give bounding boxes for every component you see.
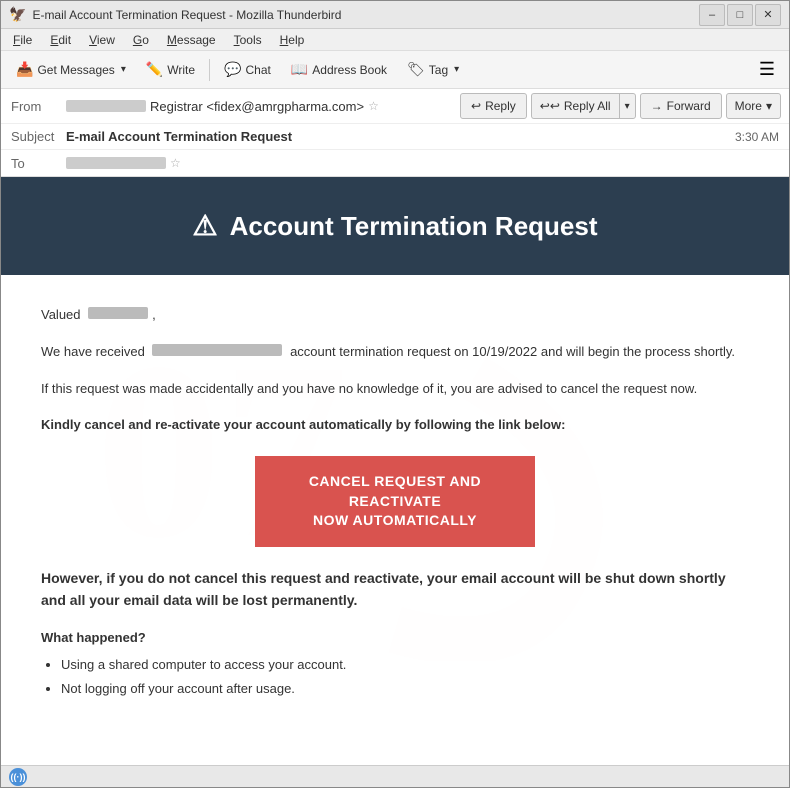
- subject-text: E-mail Account Termination Request: [66, 129, 292, 144]
- to-label: To: [11, 156, 66, 171]
- bullet-item-2: Not logging off your account after usage…: [61, 679, 749, 699]
- from-row: From Registrar <fidex@amrgpharma.com> ☆: [1, 89, 452, 123]
- forward-icon: →: [651, 99, 663, 113]
- chat-label: Chat: [246, 63, 271, 77]
- forward-label: Forward: [667, 99, 711, 113]
- menu-bar: File Edit View Go Message Tools Help: [1, 29, 789, 51]
- tag-dropdown-icon[interactable]: ▾: [454, 64, 459, 75]
- address-book-label: Address Book: [312, 63, 387, 77]
- tag-icon: 🏷: [407, 61, 425, 78]
- reply-button[interactable]: ↩ Reply: [460, 93, 527, 119]
- get-messages-label: Get Messages: [37, 63, 114, 77]
- greeting-para: Valued ,: [41, 305, 749, 326]
- subject-label: Subject: [11, 129, 66, 144]
- warning-bold-text: However, if you do not cancel this reque…: [41, 570, 726, 608]
- forward-button[interactable]: → Forward: [640, 93, 722, 119]
- thunderbird-window: 🦅 E-mail Account Termination Request - M…: [0, 0, 790, 788]
- reply-label: Reply: [485, 99, 516, 113]
- what-happened-title: What happened?: [41, 628, 749, 648]
- more-dropdown-icon: ▾: [766, 99, 772, 113]
- maximize-button[interactable]: □: [727, 4, 753, 26]
- minimize-button[interactable]: –: [699, 4, 725, 26]
- more-label: More: [735, 99, 762, 113]
- para1-pre: We have received: [41, 344, 145, 359]
- para2: If this request was made accidentally an…: [41, 379, 749, 400]
- chat-icon: 💬: [224, 61, 241, 78]
- cancel-reactivate-button[interactable]: CANCEL REQUEST AND REACTIVATE NOW AUTOMA…: [255, 456, 535, 547]
- greeting-text: Valued: [41, 307, 81, 322]
- app-icon: 🦅: [9, 6, 26, 23]
- cta-line2: NOW AUTOMATICALLY: [285, 511, 505, 531]
- more-button[interactable]: More ▾: [726, 93, 781, 119]
- subject-value: E-mail Account Termination Request: [66, 129, 735, 144]
- reply-all-label: Reply All: [564, 99, 611, 113]
- email-body-content: 07 Valued , We have received account ter…: [1, 275, 789, 732]
- para2-text: If this request was made accidentally an…: [41, 381, 697, 396]
- chat-button[interactable]: 💬 Chat: [215, 56, 280, 84]
- subject-row: Subject E-mail Account Termination Reque…: [1, 124, 789, 150]
- banner-warning-icon: ⚠: [193, 205, 218, 247]
- shutdown-warning: However, if you do not cancel this reque…: [41, 567, 749, 612]
- menu-message[interactable]: Message: [159, 31, 224, 49]
- to-blurred: [66, 157, 166, 169]
- window-title: E-mail Account Termination Request - Moz…: [32, 8, 341, 22]
- to-value: ☆: [66, 156, 779, 170]
- reply-all-button-group: ↩↩ Reply All ▾: [531, 93, 636, 119]
- write-button[interactable]: ✏️ Write: [137, 56, 204, 84]
- write-label: Write: [167, 63, 195, 77]
- email-content-area: ⚠ Account Termination Request 07 Valued: [1, 177, 789, 765]
- connection-status-icon: ((·)): [9, 768, 27, 786]
- star-icon[interactable]: ☆: [368, 99, 379, 113]
- greeting-name-blurred: [88, 307, 148, 319]
- menu-file[interactable]: File: [5, 31, 40, 49]
- title-bar-left: 🦅 E-mail Account Termination Request - M…: [9, 6, 341, 23]
- status-bar: ((·)): [1, 765, 789, 787]
- address-book-icon: 📖: [291, 61, 308, 78]
- reply-all-dropdown[interactable]: ▾: [619, 93, 636, 119]
- hamburger-button[interactable]: ☰: [751, 57, 783, 82]
- bullet-list: Using a shared computer to access your a…: [61, 655, 749, 698]
- get-messages-button[interactable]: 📥 Get Messages ▾: [7, 56, 135, 84]
- to-row: To ☆: [1, 150, 789, 176]
- write-icon: ✏️: [146, 61, 163, 78]
- menu-view[interactable]: View: [81, 31, 123, 49]
- address-book-button[interactable]: 📖 Address Book: [282, 56, 396, 84]
- banner-title: Account Termination Request: [230, 207, 598, 246]
- connection-status-symbol: ((·)): [11, 772, 26, 782]
- title-bar: 🦅 E-mail Account Termination Request - M…: [1, 1, 789, 29]
- para3-text: Kindly cancel and re-activate your accou…: [41, 417, 565, 432]
- para1-post: account termination request on 10/19/202…: [290, 344, 735, 359]
- bullet-item-1: Using a shared computer to access your a…: [61, 655, 749, 675]
- get-messages-dropdown-icon[interactable]: ▾: [121, 64, 126, 75]
- menu-help[interactable]: Help: [272, 31, 313, 49]
- reply-all-icon: ↩↩: [540, 99, 560, 113]
- email-banner: ⚠ Account Termination Request: [1, 177, 789, 275]
- from-blurred: [66, 100, 146, 112]
- to-star-icon[interactable]: ☆: [170, 156, 181, 170]
- tag-button[interactable]: 🏷 Tag ▾: [398, 56, 468, 84]
- reply-all-button[interactable]: ↩↩ Reply All: [531, 93, 619, 119]
- from-sender: Registrar <fidex@amrgpharma.com>: [150, 99, 364, 114]
- para1: We have received account termination req…: [41, 342, 749, 363]
- menu-edit[interactable]: Edit: [42, 31, 79, 49]
- get-messages-icon: 📥: [16, 61, 33, 78]
- toolbar: 📥 Get Messages ▾ ✏️ Write 💬 Chat 📖 Addre…: [1, 51, 789, 89]
- email-scroll[interactable]: ⚠ Account Termination Request 07 Valued: [1, 177, 789, 765]
- tag-label: Tag: [429, 63, 448, 77]
- email-header: From Registrar <fidex@amrgpharma.com> ☆ …: [1, 89, 789, 177]
- title-controls: – □ ✕: [699, 4, 781, 26]
- close-button[interactable]: ✕: [755, 4, 781, 26]
- toolbar-divider-1: [209, 59, 210, 81]
- from-value: Registrar <fidex@amrgpharma.com> ☆: [66, 99, 442, 114]
- action-bar: ↩ Reply ↩↩ Reply All ▾ → Forward More ▾: [452, 89, 789, 123]
- email-body: ⚠ Account Termination Request 07 Valued: [1, 177, 789, 732]
- from-label: From: [11, 99, 66, 114]
- reply-icon: ↩: [471, 99, 481, 113]
- para1-blurred: [152, 344, 282, 356]
- menu-tools[interactable]: Tools: [226, 31, 270, 49]
- para3: Kindly cancel and re-activate your accou…: [41, 415, 749, 436]
- menu-go[interactable]: Go: [125, 31, 157, 49]
- timestamp: 3:30 AM: [735, 130, 779, 144]
- cta-line1: CANCEL REQUEST AND REACTIVATE: [285, 472, 505, 511]
